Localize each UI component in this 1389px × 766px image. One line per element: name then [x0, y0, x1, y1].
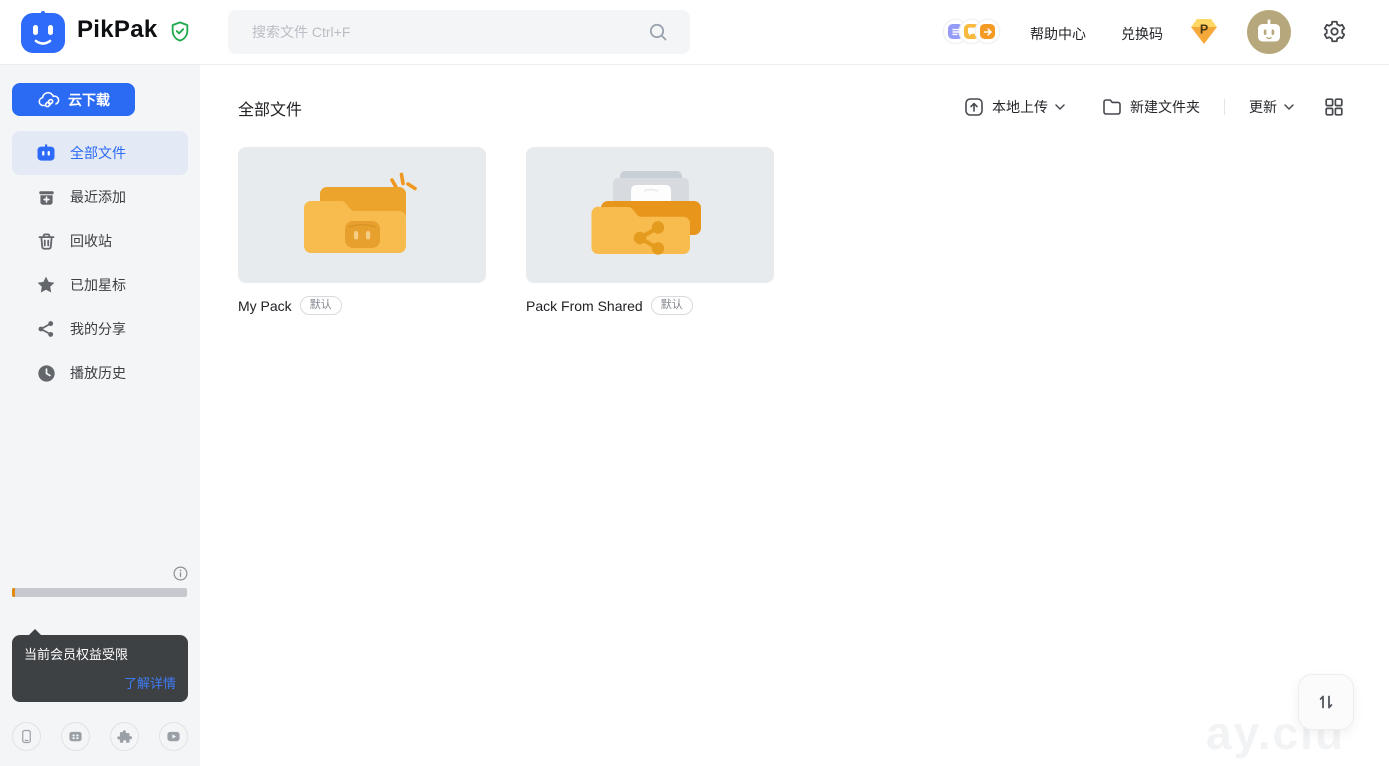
- invite-arrow-icon[interactable]: [976, 20, 999, 43]
- folder-outline-icon: [1102, 98, 1122, 116]
- folder-meta: My Pack 默认: [238, 296, 486, 315]
- folder-illustration-icon: [294, 165, 430, 265]
- main-content: 全部文件 本地上传 新建文件夹 更新: [200, 65, 1389, 766]
- upload-icon: [964, 97, 984, 117]
- svg-text:P: P: [1200, 23, 1208, 37]
- grid-view-icon: [1325, 98, 1343, 116]
- chevron-down-icon: [1283, 103, 1295, 111]
- mobile-app-button[interactable]: [12, 722, 41, 751]
- sidebar-item-my-shares[interactable]: 我的分享: [12, 307, 188, 351]
- local-upload-label: 本地上传: [992, 97, 1048, 117]
- chevron-down-icon: [1054, 103, 1066, 111]
- learn-more-link[interactable]: 了解详情: [24, 673, 176, 692]
- storage-progress-bar: [12, 588, 187, 597]
- storage-progress-used: [12, 588, 15, 597]
- recently-added-icon: [36, 187, 56, 207]
- sidebar-item-play-history[interactable]: 播放历史: [12, 351, 188, 395]
- phone-icon: [19, 729, 34, 744]
- top-header: PikPak 帮助中心 兑换码 P: [0, 0, 1389, 65]
- grid-view-button[interactable]: [1325, 98, 1343, 116]
- folder-name: My Pack: [238, 298, 292, 314]
- membership-tooltip: 当前会员权益受限 了解详情: [12, 635, 188, 702]
- page-title: 全部文件: [238, 96, 302, 120]
- cloud-link-icon: [37, 90, 61, 109]
- sidebar-item-starred[interactable]: 已加星标: [12, 263, 188, 307]
- help-center-link[interactable]: 帮助中心: [1030, 24, 1086, 44]
- tv-grid-icon: [68, 729, 83, 744]
- sidebar-item-recycle-bin[interactable]: 回收站: [12, 219, 188, 263]
- security-shield-icon[interactable]: [169, 20, 191, 43]
- sidebar-item-label: 我的分享: [70, 319, 126, 339]
- folder-meta: Pack From Shared 默认: [526, 296, 774, 315]
- search-bar: [228, 10, 690, 54]
- trash-icon: [36, 231, 56, 251]
- folder-name: Pack From Shared: [526, 298, 643, 314]
- cloud-download-button[interactable]: 云下载: [12, 83, 135, 116]
- default-badge: 默认: [300, 296, 342, 315]
- transfer-list-button[interactable]: [1298, 674, 1354, 730]
- star-icon: [36, 275, 56, 295]
- pikpak-logo-icon[interactable]: [21, 11, 65, 53]
- folder-card-my-pack[interactable]: My Pack 默认: [238, 147, 486, 315]
- update-label: 更新: [1249, 97, 1277, 117]
- shared-folder-illustration-icon: [582, 165, 718, 265]
- play-video-icon: [166, 729, 181, 744]
- toolbar: 本地上传 新建文件夹 更新: [964, 93, 1343, 121]
- sidebar-item-label: 最近添加: [70, 187, 126, 207]
- user-avatar[interactable]: [1247, 10, 1291, 54]
- brand-title: PikPak: [77, 16, 158, 44]
- folder-card-pack-from-shared[interactable]: Pack From Shared 默认: [526, 147, 774, 315]
- sidebar-item-label: 全部文件: [70, 143, 126, 163]
- new-folder-label: 新建文件夹: [1130, 97, 1200, 117]
- cloud-download-label: 云下载: [68, 90, 110, 110]
- toolbar-divider: [1224, 99, 1225, 115]
- storage-info-icon[interactable]: [173, 566, 188, 581]
- share-nodes-icon: [36, 319, 56, 339]
- tv-app-button[interactable]: [61, 722, 90, 751]
- default-badge: 默认: [651, 296, 693, 315]
- settings-gear-icon[interactable]: [1322, 19, 1347, 44]
- new-folder-button[interactable]: 新建文件夹: [1102, 97, 1200, 117]
- promo-icon-cluster: [944, 20, 999, 43]
- premium-gem-icon[interactable]: P: [1190, 18, 1218, 45]
- sidebar-nav: 全部文件 最近添加 回收站: [12, 131, 188, 395]
- sidebar-item-label: 播放历史: [70, 363, 126, 383]
- search-input[interactable]: [228, 24, 648, 40]
- sidebar: 云下载 全部文件 最近添加: [0, 65, 200, 766]
- puzzle-icon: [117, 729, 132, 744]
- folder-thumbnail: [526, 147, 774, 283]
- sidebar-item-recently-added[interactable]: 最近添加: [12, 175, 188, 219]
- local-upload-button[interactable]: 本地上传: [964, 97, 1066, 117]
- sidebar-item-label: 回收站: [70, 231, 112, 251]
- video-channel-button[interactable]: [159, 722, 188, 751]
- membership-tooltip-text: 当前会员权益受限: [24, 647, 176, 663]
- redeem-code-link[interactable]: 兑换码: [1121, 24, 1163, 44]
- folder-thumbnail: [238, 147, 486, 283]
- search-icon[interactable]: [648, 22, 668, 42]
- folder-grid: My Pack 默认: [238, 147, 774, 315]
- sidebar-item-label: 已加星标: [70, 275, 126, 295]
- transfer-arrows-icon: [1316, 692, 1336, 712]
- update-button[interactable]: 更新: [1249, 97, 1295, 117]
- clock-history-icon: [36, 363, 56, 383]
- browser-extension-button[interactable]: [110, 722, 139, 751]
- platform-apps-row: [12, 722, 188, 751]
- all-files-box-icon: [36, 143, 56, 163]
- sidebar-item-all-files[interactable]: 全部文件: [12, 131, 188, 175]
